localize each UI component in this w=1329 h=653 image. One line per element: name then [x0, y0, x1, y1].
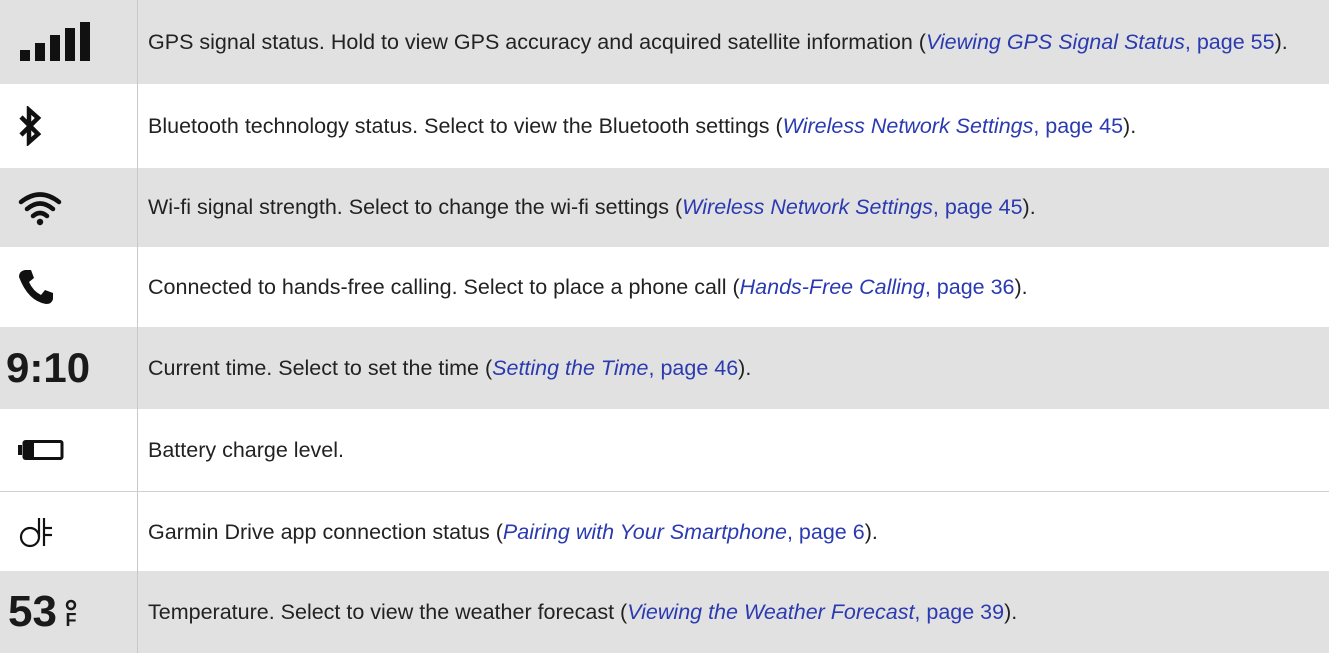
- description: Connected to hands-free calling. Select …: [138, 272, 1329, 303]
- signal-bars-icon: [20, 22, 90, 61]
- description: Garmin Drive app connection status (Pair…: [138, 517, 1329, 548]
- page-reference[interactable]: , page 55: [1185, 30, 1275, 54]
- cross-reference-link[interactable]: Wireless Network Settings: [783, 114, 1034, 138]
- description-text: ).: [1014, 274, 1028, 299]
- description-text: Wi-fi signal strength. Select to change …: [148, 195, 683, 219]
- description-text: ).: [1004, 599, 1018, 624]
- description: Bluetooth technology status. Select to v…: [138, 111, 1329, 142]
- cross-reference-link[interactable]: Setting the Time: [492, 356, 648, 380]
- description-text: Connected to hands-free calling. Select …: [148, 274, 740, 299]
- garmin-drive-icon: [19, 518, 52, 548]
- description-text: ).: [1274, 29, 1288, 54]
- cross-reference-link[interactable]: Pairing with Your Smartphone: [503, 520, 787, 544]
- description-text: GPS signal status. Hold to view GPS accu…: [148, 29, 926, 54]
- page-reference[interactable]: , page 45: [1033, 114, 1123, 138]
- temperature-unit-label: F: [65, 610, 77, 630]
- cross-reference-link[interactable]: Hands-Free Calling: [740, 275, 925, 299]
- description-text: Bluetooth technology status. Select to v…: [148, 113, 783, 138]
- table-row: 53 F Temperature. Select to view the wea…: [0, 571, 1329, 653]
- description-text: Temperature. Select to view the weather …: [148, 599, 628, 624]
- icon-cell: [0, 492, 138, 572]
- description-text: Current time. Select to set the time (: [148, 355, 493, 380]
- table-row: Garmin Drive app connection status (Pair…: [0, 491, 1329, 572]
- table-row: Battery charge level.: [0, 409, 1329, 491]
- icon-cell: 9:10: [0, 327, 138, 409]
- description-text: Battery charge level.: [148, 437, 344, 462]
- table-row: GPS signal status. Hold to view GPS accu…: [0, 0, 1329, 84]
- icon-cell: [0, 247, 138, 327]
- temperature-display: 53: [8, 587, 57, 636]
- description: GPS signal status. Hold to view GPS accu…: [138, 27, 1329, 58]
- description: Current time. Select to set the time (Se…: [138, 353, 1329, 384]
- description: Battery charge level.: [138, 435, 1329, 466]
- icon-cell: [0, 409, 138, 491]
- cross-reference-link[interactable]: Viewing GPS Signal Status: [926, 30, 1185, 54]
- temperature-unit: F: [65, 599, 77, 629]
- phone-icon: [19, 270, 53, 304]
- table-row: 9:10 Current time. Select to set the tim…: [0, 327, 1329, 409]
- icon-cell: 53 F: [0, 571, 138, 653]
- cross-reference-link[interactable]: Viewing the Weather Forecast: [627, 600, 914, 624]
- table-row: Connected to hands-free calling. Select …: [0, 247, 1329, 327]
- cross-reference-link[interactable]: Wireless Network Settings: [682, 195, 933, 219]
- table-row: Wi-fi signal strength. Select to change …: [0, 168, 1329, 247]
- icon-cell: [0, 84, 138, 168]
- table-row: Bluetooth technology status. Select to v…: [0, 84, 1329, 168]
- battery-icon: [18, 440, 64, 460]
- page-reference[interactable]: , page 36: [925, 275, 1015, 299]
- wifi-icon: [18, 191, 62, 225]
- description-text: ).: [1123, 113, 1137, 138]
- page-reference[interactable]: , page 45: [933, 195, 1023, 219]
- description-text: ).: [864, 519, 878, 544]
- description-text: Garmin Drive app connection status (: [148, 519, 503, 544]
- description-text: ).: [1022, 195, 1036, 219]
- status-icon-table: GPS signal status. Hold to view GPS accu…: [0, 0, 1329, 653]
- icon-cell: [0, 168, 138, 247]
- page-reference[interactable]: , page 39: [914, 600, 1004, 624]
- page-reference[interactable]: , page 46: [649, 356, 739, 380]
- bluetooth-icon: [19, 106, 42, 146]
- clock-display: 9:10: [6, 344, 91, 391]
- description: Wi-fi signal strength. Select to change …: [138, 192, 1329, 223]
- description: Temperature. Select to view the weather …: [138, 597, 1329, 628]
- description-text: ).: [738, 355, 752, 380]
- icon-cell: [0, 0, 138, 84]
- page-reference[interactable]: , page 6: [787, 520, 865, 544]
